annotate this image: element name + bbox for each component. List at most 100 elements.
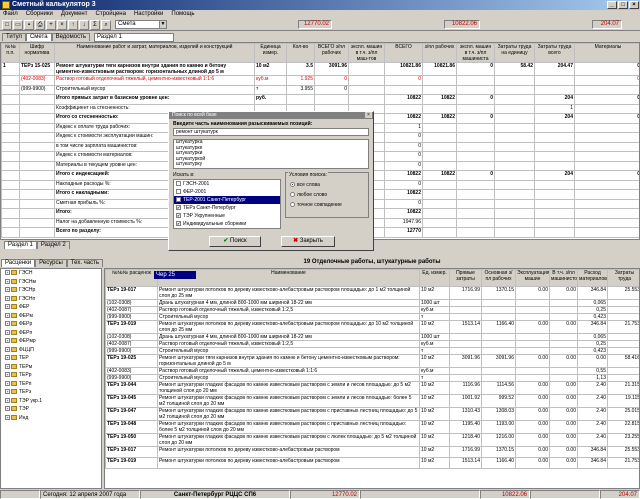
- expand-icon[interactable]: +: [5, 270, 10, 276]
- source-item[interactable]: ФЕР-2001: [174, 188, 280, 196]
- tree-node[interactable]: + ФЕР: [1, 303, 101, 312]
- radio-button[interactable]: [290, 202, 295, 208]
- radio-button[interactable]: [290, 182, 295, 188]
- up-icon[interactable]: ↑: [68, 19, 78, 30]
- expand-icon[interactable]: +: [5, 397, 10, 403]
- search-button[interactable]: ✔ Поиск: [209, 236, 261, 247]
- table-row[interactable]: ТЕРз 19-019 Ремонт штукатурки потолков по…: [105, 457, 639, 469]
- column-header[interactable]: Наименование работ и затрат, материалов,…: [54, 43, 255, 63]
- tree-node[interactable]: + ГЭСНр: [1, 286, 101, 295]
- expand-icon[interactable]: +: [5, 389, 10, 395]
- column-header[interactable]: экспл. машин в т.ч. з/пл машиниста: [456, 43, 495, 63]
- tab-title[interactable]: Титул: [2, 33, 26, 41]
- expand-icon[interactable]: +: [5, 355, 10, 361]
- search-query-input[interactable]: ремонт штукатурк: [173, 128, 369, 136]
- tree-node[interactable]: + ФЦЦП: [1, 346, 101, 355]
- dialog-close-icon[interactable]: ×: [365, 112, 372, 118]
- column-header[interactable]: Прямые затраты: [449, 269, 482, 287]
- menu-collections[interactable]: Сборники: [26, 10, 53, 19]
- table-row[interactable]: (402-0087) Раствор готовый отделочный тяж…: [105, 306, 639, 314]
- tree-node[interactable]: + ТЕРр: [1, 371, 101, 380]
- tree-node[interactable]: + ФЕРп: [1, 329, 101, 338]
- source-item[interactable]: ✔ Индивидуальные сборники: [174, 220, 280, 228]
- table-row[interactable]: ТЕРз 19-017 Ремонт штукатурки потолков по…: [105, 446, 639, 458]
- column-header[interactable]: Материалы: [574, 43, 639, 63]
- table-row[interactable]: ТЕРз 19-025 Ремонт штукатурки тяги карниз…: [105, 354, 639, 368]
- suggestion-list[interactable]: штукатурка штукатурке штукатурки штукатурко…: [173, 139, 369, 169]
- section-input[interactable]: Раздел 1: [93, 33, 174, 42]
- checkbox[interactable]: [176, 181, 181, 187]
- checkbox[interactable]: ✔: [176, 205, 181, 211]
- open-icon[interactable]: ▭: [13, 19, 23, 30]
- column-header[interactable]: Ед. измер.: [419, 269, 450, 287]
- table-row[interactable]: (999-9900) Строительный мусор т 3.955 0: [1, 84, 639, 95]
- menu-help[interactable]: Помощь: [171, 10, 194, 19]
- menu-stroycena[interactable]: Стройцена: [95, 10, 125, 19]
- table-row[interactable]: (102-0308) Дрань штукатурная 4 мм, длиной…: [105, 299, 639, 307]
- expand-icon[interactable]: +: [5, 287, 10, 293]
- close-dialog-button[interactable]: ✖ Закрыть: [281, 236, 335, 247]
- expand-icon[interactable]: +: [5, 380, 10, 386]
- source-item[interactable]: ✔ ТЭР Укрупненные: [174, 212, 280, 220]
- tree-node[interactable]: + ФЕРр: [1, 320, 101, 329]
- expand-icon[interactable]: +: [5, 372, 10, 378]
- tree-node[interactable]: + ТЕРз: [1, 388, 101, 397]
- expand-icon[interactable]: +: [5, 304, 10, 310]
- table-row[interactable]: ТЕРз 19-048 Ремонт штукатурки гладких фас…: [105, 420, 639, 434]
- radio-button[interactable]: [290, 192, 295, 198]
- column-header[interactable]: Затраты труда: [607, 269, 639, 287]
- tab-estimate[interactable]: Смета: [25, 33, 52, 41]
- expand-icon[interactable]: +: [5, 312, 10, 318]
- minimize-button[interactable]: _: [607, 1, 617, 9]
- menu-file[interactable]: Файл: [3, 10, 18, 19]
- save-icon[interactable]: ▪: [24, 19, 34, 30]
- table-row[interactable]: ТЕРз 19-017 Ремонт штукатурки потолков по…: [105, 286, 639, 300]
- tree-node[interactable]: + ГЭСНм: [1, 278, 101, 287]
- expand-icon[interactable]: +: [5, 363, 10, 369]
- table-row[interactable]: (402-0083) Раствор готовый отделочный тяж…: [1, 75, 639, 86]
- table-row[interactable]: (402-0087) Раствор готовый отделочный тяж…: [105, 340, 639, 348]
- expand-icon[interactable]: +: [5, 278, 10, 284]
- suggestion-item[interactable]: штукатурку: [174, 162, 368, 168]
- column-header[interactable]: ВСЕГО: [384, 43, 423, 63]
- table-row[interactable]: (402-0083) Раствор готовый отделочный тяж…: [105, 367, 639, 375]
- expand-icon[interactable]: +: [5, 414, 10, 420]
- column-header[interactable]: экспл. машин в т.ч. з/пл маш-тов: [348, 43, 385, 63]
- tab-tech-part[interactable]: Тех. часть: [66, 259, 104, 267]
- table-row[interactable]: ТЕРз 19-045 Ремонт штукатурки гладких фас…: [105, 394, 639, 408]
- checkbox[interactable]: ✔: [176, 221, 181, 227]
- table-row[interactable]: (999-9900) Строительный мусор т 1,13: [105, 374, 639, 382]
- tree-node[interactable]: + ТЕР: [1, 354, 101, 363]
- column-header[interactable]: ВСЕГО з/пл рабочих: [314, 43, 349, 63]
- tree-node[interactable]: + ТЭР укр.1: [1, 397, 101, 406]
- column-header[interactable]: Единица измер.: [254, 43, 287, 63]
- condition-option[interactable]: любое слово: [290, 190, 342, 200]
- add-icon[interactable]: +: [46, 19, 56, 30]
- expand-icon[interactable]: +: [5, 338, 10, 344]
- tree-node[interactable]: + ФЕРм: [1, 312, 101, 321]
- expand-icon[interactable]: +: [5, 346, 10, 352]
- column-header[interactable]: Кол-во: [286, 43, 315, 63]
- condition-option[interactable]: все слова: [290, 180, 342, 190]
- table-row[interactable]: ТЕРз 19-044 Ремонт штукатурки гладких фас…: [105, 381, 639, 395]
- source-item[interactable]: ✔ ТЕР-2001 Санкт-Петербург: [174, 196, 280, 204]
- new-icon[interactable]: □: [2, 19, 12, 30]
- close-button[interactable]: ×: [629, 1, 639, 9]
- expand-icon[interactable]: +: [5, 295, 10, 301]
- checkbox[interactable]: [176, 189, 181, 195]
- expand-icon[interactable]: +: [5, 321, 10, 327]
- tree-node[interactable]: + ТЕРп: [1, 380, 101, 389]
- menu-settings[interactable]: Настройки: [134, 10, 163, 19]
- expand-icon[interactable]: +: [5, 406, 10, 412]
- maximize-button[interactable]: □: [618, 1, 628, 9]
- tab-section-2[interactable]: Раздел 2: [36, 241, 70, 249]
- calc-icon[interactable]: Σ: [90, 19, 100, 30]
- column-header[interactable]: Основная з/пл рабочих: [481, 269, 516, 287]
- tree-node[interactable]: + ГЭСНп: [1, 295, 101, 304]
- filter-input[interactable]: Чер 25: [154, 271, 196, 279]
- table-row[interactable]: (999-9900) Строительный мусор т 0,423: [105, 347, 639, 355]
- table-row[interactable]: ТЕРз 19-047 Ремонт штукатурки гладких фас…: [105, 407, 639, 421]
- column-header[interactable]: №№ п.п.: [1, 43, 20, 63]
- table-row[interactable]: (102-0308) Дрань штукатурная 4 мм, длиной…: [105, 333, 639, 341]
- table-row[interactable]: 1 ТЕРз 15-025 Ремонт штукатурки тяги карни…: [1, 62, 639, 76]
